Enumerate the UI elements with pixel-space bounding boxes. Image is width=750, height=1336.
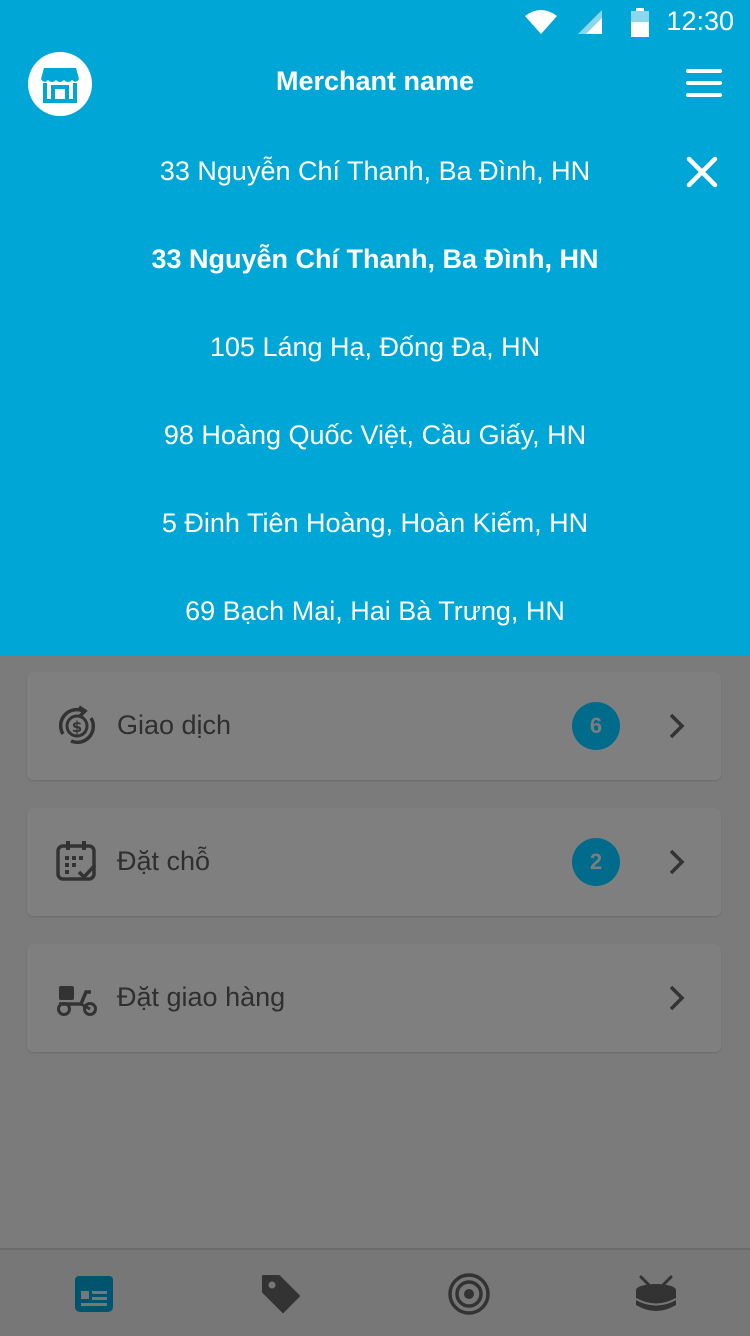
address-item[interactable]: 33 Nguyễn Chí Thanh, Ba Đình, HN bbox=[0, 124, 750, 212]
page-title: Merchant name bbox=[275, 66, 475, 96]
svg-text:$: $ bbox=[72, 718, 82, 736]
target-icon bbox=[448, 1273, 490, 1315]
bottom-nav bbox=[0, 1248, 750, 1336]
wifi-icon bbox=[525, 10, 557, 34]
chevron-right-icon bbox=[669, 985, 685, 1011]
card-label: Đặt chỗ bbox=[117, 846, 211, 876]
chevron-right-icon bbox=[669, 849, 685, 875]
reservations-card[interactable]: Đặt chỗ 2 bbox=[27, 808, 721, 916]
signal-icon bbox=[578, 10, 602, 34]
card-label: Giao dịch bbox=[117, 710, 232, 740]
status-bar: 12:30 bbox=[0, 0, 750, 44]
address-item[interactable]: 98 Hoàng Quốc Việt, Cầu Giấy, HN bbox=[0, 388, 750, 476]
address-item[interactable]: 5 Đinh Tiên Hoàng, Hoàn Kiếm, HN bbox=[0, 476, 750, 564]
nav-item-drum[interactable] bbox=[632, 1270, 680, 1318]
calendar-icon bbox=[56, 841, 97, 881]
battery-icon bbox=[631, 8, 649, 37]
address-list: 33 Nguyễn Chí Thanh, Ba Đình, HN 33 Nguy… bbox=[0, 124, 750, 652]
chevron-right-icon bbox=[669, 713, 685, 739]
nav-item-tags[interactable] bbox=[257, 1270, 305, 1318]
hamburger-menu-icon[interactable] bbox=[686, 68, 722, 98]
address-selector-panel: 12:30 Merchant name 33 Nguyễn Chí Thanh,… bbox=[0, 0, 750, 656]
address-item[interactable]: 69 Bạch Mai, Hai Bà Trưng, HN bbox=[0, 564, 750, 652]
delivery-scooter-icon bbox=[57, 986, 97, 1016]
nav-item-target[interactable] bbox=[445, 1270, 493, 1318]
count-badge: 2 bbox=[572, 838, 620, 886]
drum-icon bbox=[635, 1275, 677, 1311]
dashboard-card-icon bbox=[75, 1276, 113, 1312]
tag-icon bbox=[262, 1275, 300, 1313]
transactions-card[interactable]: $ Giao dịch 6 bbox=[27, 672, 721, 780]
address-item-selected[interactable]: 33 Nguyễn Chí Thanh, Ba Đình, HN bbox=[0, 212, 750, 300]
money-cycle-icon: $ bbox=[58, 705, 96, 745]
delivery-card[interactable]: Đặt giao hàng bbox=[27, 944, 721, 1052]
status-time: 12:30 bbox=[666, 6, 734, 36]
nav-item-dashboard[interactable] bbox=[70, 1270, 118, 1318]
card-label: Đặt giao hàng bbox=[117, 982, 286, 1012]
count-badge: 6 bbox=[572, 702, 620, 750]
address-item[interactable]: 105 Láng Hạ, Đống Đa, HN bbox=[0, 300, 750, 388]
header: Merchant name bbox=[0, 44, 750, 124]
